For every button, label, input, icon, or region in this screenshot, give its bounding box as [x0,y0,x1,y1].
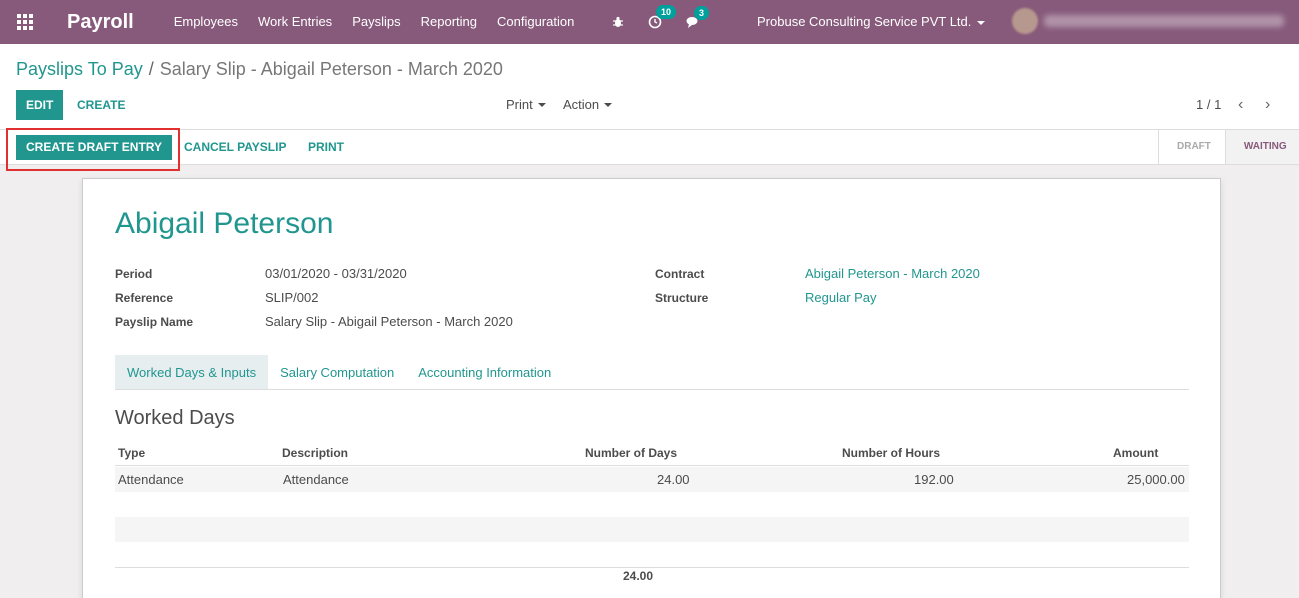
menu-payslips[interactable]: Payslips [342,0,410,44]
tab-accounting-information[interactable]: Accounting Information [406,355,563,389]
next-record-icon[interactable]: › [1265,90,1270,120]
cancel-payslip-button[interactable]: CANCEL PAYSLIP [184,135,286,160]
breadcrumb-parent[interactable]: Payslips To Pay [16,59,143,79]
stage-draft[interactable]: DRAFT [1158,130,1225,164]
empty-row [115,542,1189,567]
column-number-of-days[interactable]: Number of Days [585,441,677,465]
chevron-down-icon [537,102,546,107]
company-switcher[interactable]: Probuse Consulting Service PVT Ltd. [757,0,986,44]
empty-row [115,517,1189,542]
menu-reporting[interactable]: Reporting [411,0,487,44]
footer-divider [115,567,1189,568]
total-days: 24.00 [623,569,654,583]
column-amount[interactable]: Amount [1113,441,1158,465]
payslip-name-label: Payslip Name [115,315,194,329]
row-amount: 25,000.00 [1127,472,1185,487]
chevron-down-icon [977,20,986,25]
tab-worked-days-inputs[interactable]: Worked Days & Inputs [115,355,269,389]
row-hours: 192.00 [914,472,954,487]
chevron-down-icon [604,102,613,107]
tab-salary-computation[interactable]: Salary Computation [268,355,406,389]
messages-icon[interactable]: 3 [686,5,710,29]
contract-label: Contract [655,267,705,281]
employee-name: Abigail Peterson [115,207,334,240]
menu-work-entries[interactable]: Work Entries [248,0,342,44]
activity-clock-icon[interactable]: 10 [648,5,677,29]
row-days: 24.00 [657,472,690,487]
app-brand[interactable]: Payroll [67,11,134,34]
activity-badge: 10 [656,5,677,19]
notebook-tabs: Worked Days & Inputs Salary Computation … [115,355,1189,390]
header-divider [115,465,1189,466]
highlight-box [6,128,180,171]
row-type: Attendance [118,472,184,487]
period-label: Period [115,267,153,281]
user-name-blurred [1044,15,1284,27]
control-panel: Payslips To Pay / Salary Slip - Abigail Pe… [0,44,1299,130]
reference-label: Reference [115,291,174,305]
form-sheet: Abigail Peterson Period 03/01/2020 - 03/… [82,178,1221,598]
messages-badge: 3 [694,5,710,20]
menu-configuration[interactable]: Configuration [487,0,584,44]
print-button[interactable]: PRINT [308,135,344,160]
structure-link[interactable]: Regular Pay [805,290,877,305]
column-type[interactable]: Type [118,441,145,465]
reference-value: SLIP/002 [265,290,319,305]
avatar [1012,8,1038,34]
debug-icon[interactable] [612,16,624,28]
menu-employees[interactable]: Employees [164,0,248,44]
create-button[interactable]: CREATE [77,90,125,120]
user-menu[interactable] [1012,8,1284,34]
pager-value[interactable]: 1 / 1 [1196,90,1221,120]
breadcrumb-current: Salary Slip - Abigail Peterson - March 2… [159,59,503,79]
breadcrumb: Payslips To Pay / Salary Slip - Abigail Pe… [16,59,503,80]
main-menu: Employees Work Entries Payslips Reportin… [164,0,585,44]
action-dropdown[interactable]: Action [563,90,613,120]
table-row[interactable]: Attendance Attendance 24.00 192.00 25,00… [115,467,1189,492]
period-value: 03/01/2020 - 03/31/2020 [265,266,407,281]
systray: 10 3 [612,0,725,44]
empty-row [115,492,1189,517]
apps-menu-icon[interactable] [0,0,50,44]
company-name: Probuse Consulting Service PVT Ltd. [757,14,972,29]
contract-link[interactable]: Abigail Peterson - March 2020 [805,266,980,281]
row-description: Attendance [283,472,349,487]
edit-button[interactable]: EDIT [16,90,64,120]
stage-waiting[interactable]: WAITING [1224,130,1299,164]
action-dropdown-label: Action [563,97,600,112]
status-stages: DRAFT WAITING [1158,130,1299,164]
breadcrumb-separator: / [148,59,154,79]
print-dropdown[interactable]: Print [506,90,546,120]
structure-label: Structure [655,291,709,305]
print-dropdown-label: Print [506,97,533,112]
worked-days-title: Worked Days [115,407,235,429]
previous-record-icon[interactable]: ‹ [1238,90,1243,120]
payslip-name-value: Salary Slip - Abigail Peterson - March 2… [265,314,513,329]
column-number-of-hours[interactable]: Number of Hours [842,441,940,465]
column-description[interactable]: Description [282,441,348,465]
